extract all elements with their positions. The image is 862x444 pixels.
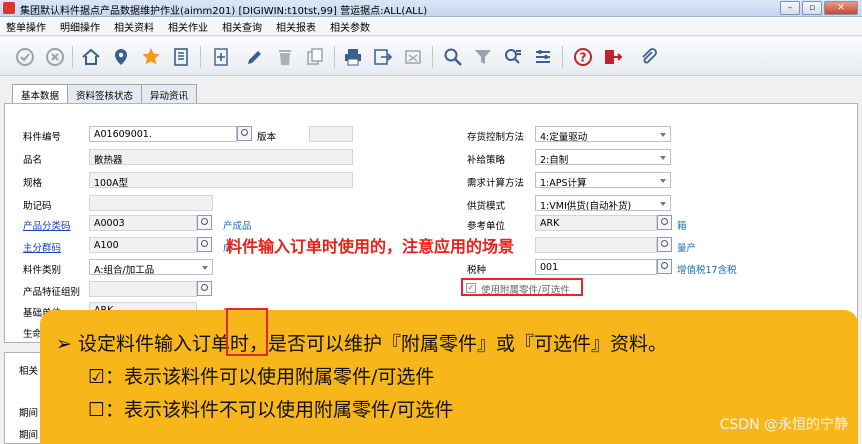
callout-line-1: ➢ 设定料件输入订单时，是否可以维护『附属零件』或『可选件』资料。	[56, 333, 667, 355]
replenish-select[interactable]: 2:自制	[535, 149, 671, 166]
supply-mode-label: 供货模式	[467, 201, 506, 212]
close-button[interactable]: ✕	[824, 1, 858, 15]
menu-item-detail-ops[interactable]: 明细操作	[60, 19, 100, 34]
product-class-label[interactable]: 产品分类码	[23, 218, 71, 232]
replenish-label: 补给策略	[467, 155, 506, 166]
menu-item-related-reports[interactable]: 相关报表	[276, 19, 316, 34]
archive-icon[interactable]	[400, 44, 426, 70]
version-label: 版本	[257, 132, 277, 143]
checkbox-check-icon: ✓	[466, 283, 476, 293]
edit-icon[interactable]	[240, 44, 266, 70]
inventory-method-select[interactable]: 4:定量驱动	[535, 126, 671, 143]
callout-line-3: ☐：表示该料件不可以使用附属零件/可选件	[88, 399, 454, 421]
watermark: CSDN @永恒的宁静	[719, 417, 848, 433]
name-field[interactable]: 散热器	[89, 149, 353, 165]
spec-label: 规格	[23, 178, 43, 189]
mnemonic-field[interactable]	[89, 195, 213, 211]
supply-mode-select[interactable]: 1:VMI供货(自动补货)	[535, 195, 671, 212]
advanced-search-icon[interactable]	[500, 44, 526, 70]
tax-desc: 增值税17含税	[677, 265, 737, 276]
menu-bar: 整单操作 明细操作 相关资料 相关作业 相关查询 相关报表 相关参数	[0, 17, 862, 36]
feature-group-label: 产品特征组别	[23, 287, 81, 298]
export-icon[interactable]	[370, 44, 396, 70]
ref-unit-label: 参考单位	[467, 221, 506, 232]
product-class-desc: 产成品	[223, 221, 252, 232]
main-group-field[interactable]: A100	[89, 237, 197, 253]
version-field[interactable]	[309, 126, 353, 142]
callout-line-2: ☑：表示该料件可以使用附属零件/可选件	[88, 366, 435, 388]
item-no-field[interactable]: A01609001.	[89, 126, 237, 142]
feature-group-lookup-icon[interactable]	[197, 281, 212, 296]
location-icon[interactable]	[108, 44, 134, 70]
ref-unit-lookup-icon[interactable]	[657, 215, 672, 230]
product-class-lookup-icon[interactable]	[197, 215, 212, 230]
confirm-icon[interactable]	[12, 44, 38, 70]
search-icon[interactable]	[440, 44, 466, 70]
annotation-note: 料件输入订单时使用的，注意应用的场景	[226, 237, 515, 256]
add-icon[interactable]	[208, 44, 234, 70]
favorite-icon[interactable]	[138, 44, 164, 70]
window-title: 集团默认料件据点产品数据维护作业(aimm201) [DIGIWIN:t10ts…	[20, 6, 428, 17]
svg-text:?: ?	[580, 51, 587, 65]
menu-item-related-data[interactable]: 相关资料	[114, 19, 154, 34]
tax-lookup-icon[interactable]	[657, 259, 672, 274]
exit-icon[interactable]	[600, 44, 626, 70]
spec-field[interactable]: 100A型	[89, 172, 353, 188]
item-type-select[interactable]: A:组合/加工品	[89, 259, 213, 276]
item-no-label: 料件编号	[23, 132, 62, 143]
product-class-field[interactable]: A0003	[89, 215, 197, 231]
maximize-button[interactable]: ▫	[802, 1, 822, 15]
highlight-box	[226, 308, 268, 356]
item-type-label: 料件类别	[23, 265, 62, 276]
menu-item-related-jobs[interactable]: 相关作业	[168, 19, 208, 34]
attach-icon[interactable]	[636, 44, 662, 70]
tab-change-info[interactable]: 异动资讯	[141, 84, 198, 103]
tax-field[interactable]: 001	[535, 259, 657, 275]
feature-group-field[interactable]	[89, 281, 197, 297]
menu-item-related-query[interactable]: 相关查询	[222, 19, 262, 34]
inventory-method-label: 存货控制方法	[467, 132, 525, 143]
use-accessory-label: 使用附属零件/可选件	[481, 285, 570, 296]
home-icon[interactable]	[78, 44, 104, 70]
use-accessory-checkbox[interactable]: ✓ 使用附属零件/可选件	[461, 278, 583, 296]
lower-related-label: 相关	[19, 366, 39, 377]
help-icon[interactable]: ?	[570, 44, 596, 70]
settings-icon[interactable]	[530, 44, 556, 70]
tab-basic-data[interactable]: 基本数据	[12, 84, 69, 104]
tab-approval-status[interactable]: 资料签核状态	[67, 84, 143, 103]
delete-icon[interactable]	[272, 44, 298, 70]
ref-unit-desc: 箱	[677, 221, 687, 232]
menu-item-whole-ops[interactable]: 整单操作	[6, 19, 46, 34]
print-icon[interactable]	[340, 44, 366, 70]
list-icon[interactable]	[168, 44, 194, 70]
demand-calc-select[interactable]: 1:APS计算	[535, 172, 671, 189]
menu-item-related-params[interactable]: 相关参数	[330, 19, 370, 34]
filter-icon[interactable]	[470, 44, 496, 70]
minimize-button[interactable]: –	[780, 1, 800, 15]
basic-data-panel: 料件编号 A01609001. 版本 品名 散热器 规格 100A型 助记码 产…	[4, 103, 858, 343]
item-no-lookup-icon[interactable]	[237, 126, 252, 141]
toolbar: ?	[0, 37, 862, 76]
cancel-confirm-icon[interactable]	[42, 44, 68, 70]
name-label: 品名	[23, 155, 43, 166]
tax-label: 税种	[467, 265, 487, 276]
app-icon	[3, 2, 15, 14]
ref-unit-field[interactable]: ARK	[535, 215, 657, 231]
window-controls: – ▫ ✕	[780, 1, 858, 15]
row6-desc: 量产	[677, 243, 697, 254]
tab-bar: 基本数据 资料签核状态 异动资讯	[12, 84, 198, 104]
lower-period-label-2: 期间	[19, 430, 39, 441]
main-group-lookup-icon[interactable]	[197, 237, 212, 252]
row6-field[interactable]	[535, 237, 657, 253]
row6-lookup-icon[interactable]	[657, 237, 672, 252]
copy-icon[interactable]	[302, 44, 328, 70]
main-group-label[interactable]: 主分群码	[23, 240, 61, 254]
title-bar: 集团默认料件据点产品数据维护作业(aimm201) [DIGIWIN:t10ts…	[0, 0, 862, 17]
lower-period-label-1: 期间	[19, 408, 39, 419]
demand-calc-label: 需求计算方法	[467, 178, 525, 189]
mnemonic-label: 助记码	[23, 201, 52, 212]
